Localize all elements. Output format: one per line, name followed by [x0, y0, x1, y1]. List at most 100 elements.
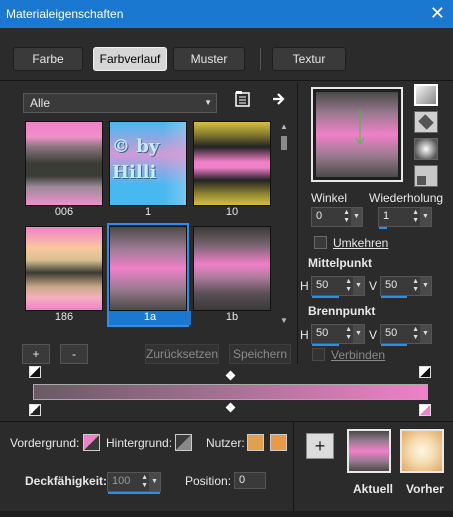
gradient-thumbnail: [25, 121, 103, 206]
repeat-level-bar: [379, 227, 387, 229]
focal-h-level-bar: [312, 344, 339, 346]
tab-farbe[interactable]: Farbe: [13, 47, 83, 71]
scroll-thumb[interactable]: [281, 136, 287, 150]
color-stop-bottom-right[interactable]: [419, 404, 431, 416]
gradient-item-1b[interactable]: 1b: [191, 223, 273, 327]
user-swatch-1[interactable]: [247, 434, 264, 451]
gradient-label: 1b: [225, 311, 239, 323]
stepper-icon[interactable]: ▲ ▼: [412, 326, 419, 342]
center-v-level-bar: [381, 296, 407, 298]
gradient-item-186[interactable]: 186: [23, 223, 105, 327]
chevron-down-icon[interactable]: ▼: [149, 473, 160, 491]
gradient-thumbnail: [109, 226, 187, 311]
divider: [293, 422, 294, 517]
stepper-icon[interactable]: ▲ ▼: [141, 474, 148, 490]
user-swatch-2[interactable]: [270, 434, 287, 451]
add-to-swatches-button[interactable]: +: [306, 433, 334, 459]
radial-style-icon[interactable]: [414, 138, 438, 160]
opacity-label: Deckfähigkeit:: [25, 474, 108, 488]
rectangular-style-icon[interactable]: [414, 111, 438, 133]
current-label: Aktuell: [353, 482, 394, 496]
chevron-down-icon[interactable]: ▼: [420, 325, 431, 343]
stepper-icon[interactable]: ▲ ▼: [412, 278, 419, 294]
focal-v-level-bar: [381, 344, 407, 346]
current-swatch[interactable]: [347, 429, 391, 473]
library-select[interactable]: Alle ▼: [23, 93, 217, 113]
scroll-down-icon[interactable]: ▼: [280, 316, 288, 325]
gradient-preview[interactable]: [311, 87, 403, 182]
gradient-thumbnail: [25, 226, 103, 311]
opacity-input[interactable]: 100 ▲ ▼ ▼: [107, 472, 161, 494]
add-stop-button[interactable]: +: [22, 344, 50, 364]
reset-button[interactable]: Zurücksetzen: [145, 344, 219, 364]
foreground-label: Vordergrund:: [10, 436, 80, 450]
center-v-input[interactable]: 50 ▲ ▼ ▼: [380, 276, 432, 298]
gradient-thumbnail: [193, 226, 271, 311]
close-icon[interactable]: ✕: [430, 3, 445, 23]
focal-h-input[interactable]: 50 ▲ ▼ ▼: [311, 324, 365, 346]
remove-stop-button[interactable]: -: [60, 344, 88, 364]
gradient-label: 10: [225, 206, 239, 218]
stepper-icon[interactable]: ▲ ▼: [345, 326, 352, 342]
focal-v-label: V: [369, 328, 378, 342]
stepper-icon[interactable]: ▲ ▼: [345, 278, 352, 294]
tab-textur[interactable]: Textur: [272, 47, 346, 71]
position-input[interactable]: 0: [234, 472, 266, 489]
center-h-input[interactable]: 50 ▲ ▼ ▼: [311, 276, 365, 298]
chevron-down-icon: ▼: [204, 98, 212, 107]
gradient-item-1a[interactable]: 1a: [107, 223, 191, 327]
invert-checkbox[interactable]: [314, 236, 327, 249]
divider: [0, 421, 453, 422]
sunburst-style-icon[interactable]: [414, 165, 438, 187]
angle-label: Winkel: [311, 191, 348, 205]
stepper-icon[interactable]: ▲ ▼: [343, 209, 350, 225]
repeat-label: Wiederholung: [369, 191, 444, 205]
chevron-down-icon[interactable]: ▼: [420, 277, 431, 295]
tab-muster[interactable]: Muster: [173, 47, 245, 71]
background-swatch[interactable]: [175, 434, 192, 451]
linear-style-icon[interactable]: [414, 84, 438, 106]
arrow-right-icon[interactable]: [271, 91, 287, 110]
focal-h-label: H: [300, 328, 309, 342]
center-h-label: H: [300, 279, 309, 293]
chevron-down-icon[interactable]: ▼: [351, 208, 362, 226]
angle-input[interactable]: 0 ▲ ▼ ▼: [311, 207, 363, 227]
gradient-bar[interactable]: [33, 384, 428, 400]
tab-separator: [260, 48, 261, 70]
gradient-item-006[interactable]: 006: [23, 118, 105, 222]
gradient-item-1[interactable]: © by Hilli 1: [107, 118, 189, 222]
foreground-swatch[interactable]: [83, 434, 100, 451]
library-scrollbar[interactable]: ▲ ▼: [277, 120, 291, 328]
midpoint-bottom-icon[interactable]: [225, 402, 236, 413]
color-stop-top-left[interactable]: [29, 366, 41, 378]
previous-label: Vorher: [406, 482, 444, 496]
center-v-label: V: [369, 279, 378, 293]
gradient-thumbnail: © by Hilli: [109, 121, 187, 206]
user-label: Nutzer:: [206, 436, 245, 450]
tab-farbverlauf[interactable]: Farbverlauf: [93, 47, 167, 71]
library-manage-icon[interactable]: [234, 90, 252, 111]
gradient-label: 1a: [109, 311, 191, 325]
color-stop-top-right[interactable]: [419, 366, 431, 378]
focal-v-input[interactable]: 50 ▲ ▼ ▼: [380, 324, 432, 346]
gradient-label: 186: [54, 311, 74, 323]
repeat-input[interactable]: 1 ▲ ▼ ▼: [378, 207, 432, 229]
chevron-down-icon[interactable]: ▼: [353, 277, 364, 295]
stepper-icon[interactable]: ▲ ▼: [412, 209, 419, 225]
angle-handle-icon[interactable]: [316, 92, 398, 177]
library-select-value: Alle: [30, 96, 51, 110]
link-checkbox[interactable]: [312, 348, 325, 361]
divider: [0, 80, 453, 81]
previous-swatch[interactable]: [400, 429, 444, 473]
center-h-level-bar: [312, 296, 339, 298]
chevron-down-icon[interactable]: ▼: [420, 208, 431, 226]
window-title: Materialeigenschaften: [6, 7, 124, 21]
gradient-label: 006: [54, 206, 74, 218]
save-button[interactable]: Speichern: [229, 344, 291, 364]
color-stop-bottom-left[interactable]: [29, 404, 41, 416]
gradient-item-10[interactable]: 10: [191, 118, 273, 222]
midpoint-top-icon[interactable]: [225, 370, 236, 381]
chevron-down-icon[interactable]: ▼: [353, 325, 364, 343]
position-label: Position:: [185, 474, 232, 488]
scroll-up-icon[interactable]: ▲: [280, 122, 288, 131]
